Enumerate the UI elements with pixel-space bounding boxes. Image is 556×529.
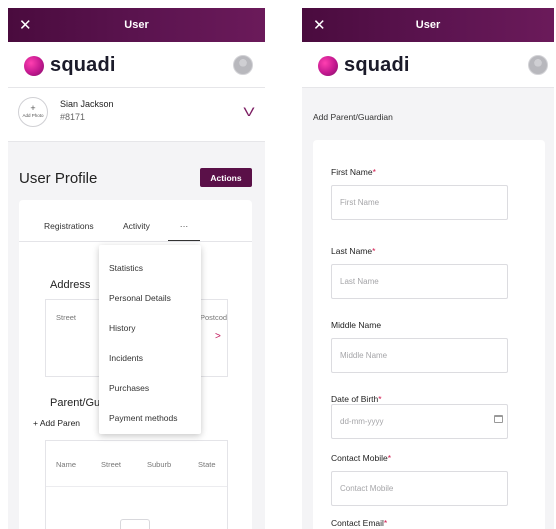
squadi-logo: squadi (318, 54, 410, 77)
page-title: User Profile (19, 170, 98, 187)
actions-button[interactable]: Actions (200, 168, 252, 187)
top-bar-title: User (415, 19, 441, 31)
last-name-label: Last Name* (331, 246, 376, 256)
top-bar-title: User (124, 19, 149, 31)
middle-name-input[interactable] (331, 338, 508, 373)
column-header-name: Name (56, 460, 77, 469)
user-profile-screen: ✕ User squadi + Add Photo Sian Jackson #… (8, 8, 265, 529)
date-of-birth-input[interactable] (331, 404, 508, 439)
chevron-down-icon[interactable]: V (243, 105, 254, 119)
squadi-logo-icon (24, 55, 44, 76)
tab-bar: Registrations Activity ··· (19, 219, 252, 242)
squadi-logo: squadi (24, 54, 116, 77)
squadi-logo-icon (318, 55, 338, 76)
table-divider (46, 486, 227, 487)
brand-bar: squadi (8, 42, 265, 88)
logo-text: squadi (50, 54, 116, 76)
tab-more[interactable]: ··· (168, 221, 200, 241)
add-photo-button[interactable]: + Add Photo (18, 97, 48, 127)
menu-item-incidents[interactable]: Incidents (109, 353, 143, 363)
page-title: Add Parent/Guardian (313, 112, 393, 122)
plus-icon: + (30, 103, 36, 113)
top-bar: ✕ User (8, 8, 265, 42)
add-parent-screen: ✕ User squadi Add Parent/Guardian First … (302, 8, 554, 529)
first-name-label: First Name* (331, 167, 376, 177)
add-photo-label: Add Photo (22, 113, 44, 118)
menu-item-purchases[interactable]: Purchases (109, 383, 149, 393)
date-of-birth-label: Date of Birth* (331, 394, 382, 404)
column-header-postcode: Postcod (200, 313, 228, 322)
menu-item-payment-methods[interactable]: Payment methods (109, 413, 178, 423)
column-header-street: Street (101, 460, 122, 469)
tab-registrations[interactable]: Registrations (44, 221, 94, 231)
last-name-input[interactable] (331, 264, 508, 299)
parent-table: Name Street Suburb State (45, 440, 228, 529)
member-name: Sian Jackson (60, 99, 114, 109)
add-parent-link[interactable]: + Add Paren (33, 418, 80, 428)
user-avatar-icon[interactable] (528, 55, 548, 75)
menu-item-personal-details[interactable]: Personal Details (109, 293, 171, 303)
logo-text: squadi (344, 54, 410, 76)
menu-item-history[interactable]: History (109, 323, 135, 333)
empty-inbox-icon (120, 519, 150, 529)
middle-name-label: Middle Name (331, 320, 382, 330)
brand-bar: squadi (302, 42, 554, 88)
column-header-suburb: Suburb (147, 460, 172, 469)
user-avatar-icon[interactable] (233, 55, 253, 75)
calendar-icon[interactable] (494, 415, 503, 423)
first-name-input[interactable] (331, 185, 508, 220)
contact-mobile-input[interactable] (331, 471, 508, 506)
more-dropdown-menu: Statistics Personal Details History Inci… (99, 245, 201, 434)
contact-email-label: Contact Email* (331, 518, 388, 528)
menu-item-statistics[interactable]: Statistics (109, 263, 143, 273)
row-arrow-icon[interactable]: > (215, 331, 221, 342)
contact-mobile-label: Contact Mobile* (331, 453, 392, 463)
address-heading: Address (50, 279, 91, 291)
member-id: #8171 (60, 112, 86, 122)
tab-activity[interactable]: Activity (123, 221, 150, 231)
parent-heading: Parent/Gu (50, 397, 101, 409)
column-header-street: Street (56, 313, 77, 322)
column-header-state: State (198, 460, 216, 469)
member-header: + Add Photo Sian Jackson #8171 V (8, 88, 265, 142)
top-bar: ✕ User (302, 8, 554, 42)
